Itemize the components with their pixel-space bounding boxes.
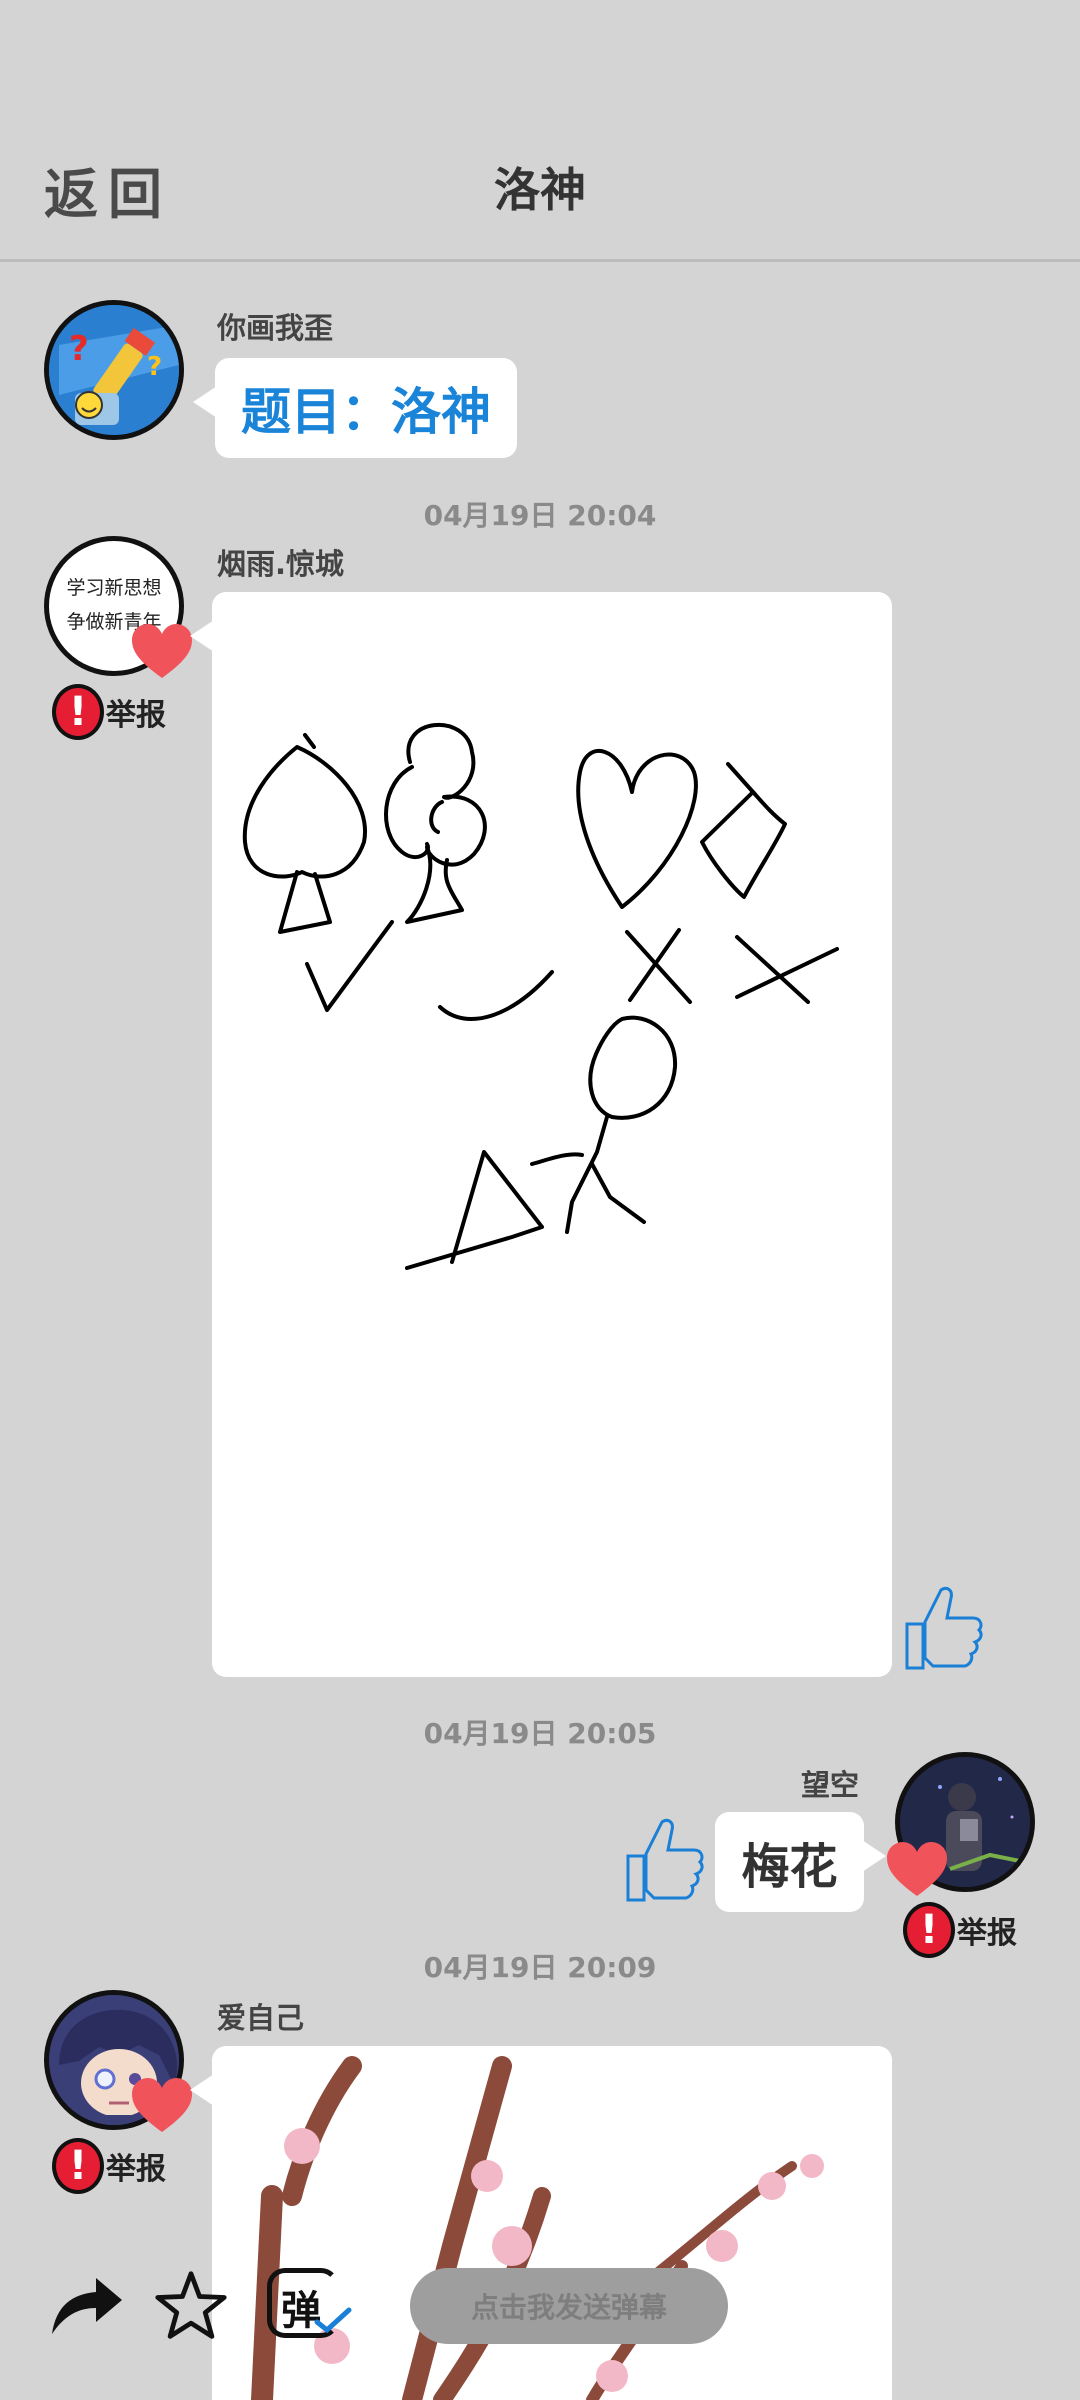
header: 返回 洛神	[0, 0, 1080, 262]
check-icon	[314, 2307, 352, 2334]
report-label: 举报	[106, 2152, 166, 2187]
timestamp: 04月19日 20:04	[423, 499, 657, 532]
game-logo-icon: ? ?	[49, 305, 179, 435]
heart-icon[interactable]	[130, 622, 194, 682]
share-icon[interactable]	[46, 2270, 126, 2340]
username: 爱自己	[217, 2001, 305, 2035]
drawing-bubble[interactable]	[190, 592, 892, 1677]
report-icon: !	[52, 684, 104, 740]
report-button[interactable]: ! 举报	[52, 684, 166, 740]
topic-text: 题目：洛神	[241, 383, 491, 441]
thumbs-up-icon[interactable]	[903, 1582, 983, 1672]
drawing-canvas	[242, 722, 839, 1270]
heart-icon[interactable]	[885, 1840, 949, 1900]
username: 你画我歪	[217, 311, 334, 345]
username: 望空	[801, 1768, 860, 1802]
username: 烟雨.惊城	[217, 547, 345, 581]
page-title: 洛神	[494, 163, 586, 217]
report-label: 举报	[106, 698, 166, 733]
topic-bubble: 题目：洛神	[193, 358, 517, 458]
timestamp: 04月19日 20:05	[423, 1717, 657, 1750]
heart-icon[interactable]	[130, 2076, 194, 2136]
timestamp: 04月19日 20:09	[423, 1951, 657, 1984]
svg-text:?: ?	[147, 352, 162, 382]
answer-bubble: 梅花	[715, 1812, 886, 1912]
avatar-text: 学习新思想	[66, 577, 162, 599]
avatar[interactable]: ? ?	[44, 300, 184, 440]
thumbs-up-icon[interactable]	[624, 1814, 704, 1904]
star-icon[interactable]	[153, 2268, 229, 2344]
answer-text: 梅花	[741, 1839, 838, 1895]
barrage-input[interactable]: 点击我发送弹幕	[410, 2268, 728, 2344]
barrage-icon[interactable]: 弹	[265, 2264, 353, 2344]
svg-text:?: ?	[69, 329, 89, 369]
report-button[interactable]: ! 举报	[52, 2138, 166, 2194]
report-icon: !	[52, 2138, 104, 2194]
